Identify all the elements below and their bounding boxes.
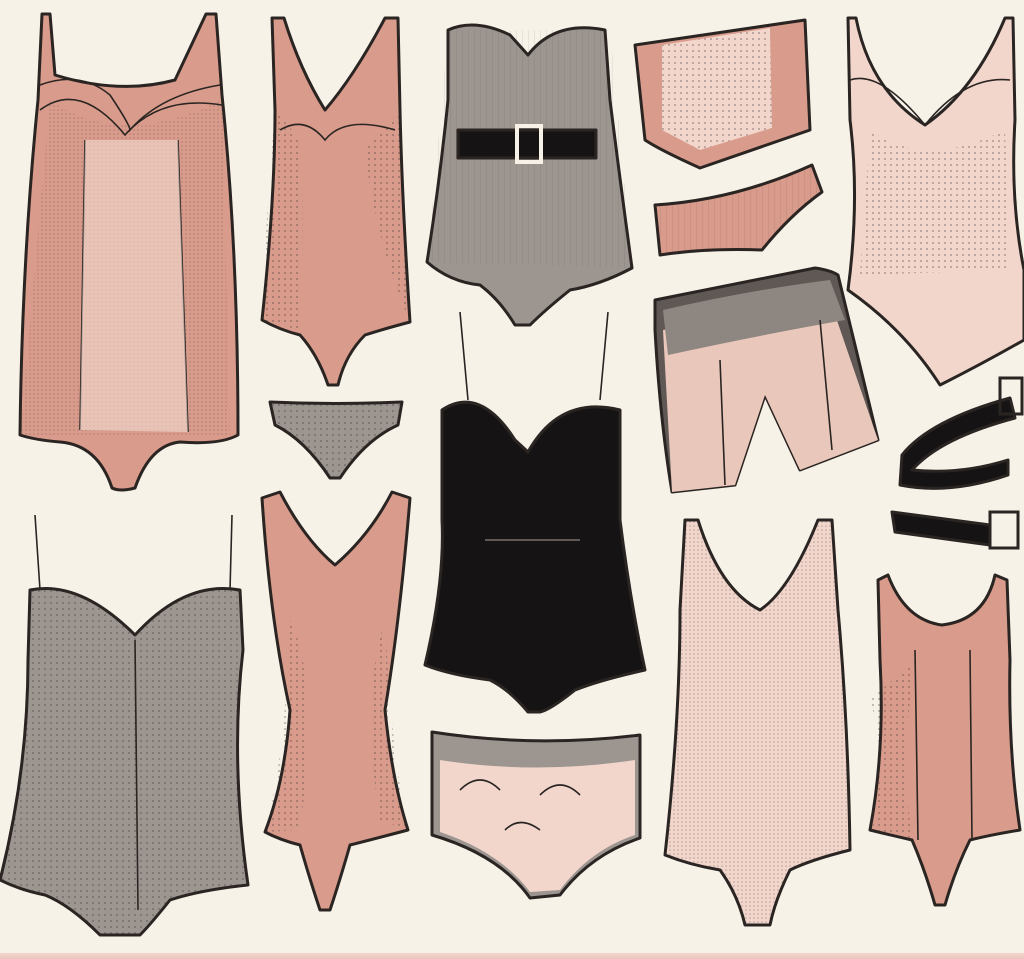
garment-paneled-bodysuit bbox=[868, 573, 1022, 907]
illustration-canvas bbox=[0, 0, 1024, 959]
garment-lace-camisole-bodysuit bbox=[846, 16, 1024, 387]
garment-mesh-bodysuit bbox=[0, 514, 250, 937]
garment-illustration bbox=[0, 12, 1024, 937]
garment-racerback-bodysuit bbox=[260, 490, 412, 912]
garment-lace-thong bbox=[268, 400, 404, 480]
garment-plunge-bodysuit bbox=[260, 16, 412, 387]
garment-waist-cincher bbox=[633, 18, 812, 170]
garment-floral-brief bbox=[430, 730, 642, 900]
garment-textured-bodysuit bbox=[663, 518, 852, 927]
bottom-rule bbox=[0, 953, 1024, 959]
garment-belted-corset-bodysuit bbox=[425, 23, 634, 327]
garment-garter-shorts bbox=[653, 266, 880, 494]
garment-lace-bodysuit bbox=[18, 12, 240, 492]
garment-brief bbox=[653, 163, 824, 257]
garment-strappy-bodysuit bbox=[423, 311, 647, 714]
garment-strap-buckle-2 bbox=[890, 510, 1020, 550]
garment-strap-buckle-1 bbox=[898, 376, 1024, 490]
